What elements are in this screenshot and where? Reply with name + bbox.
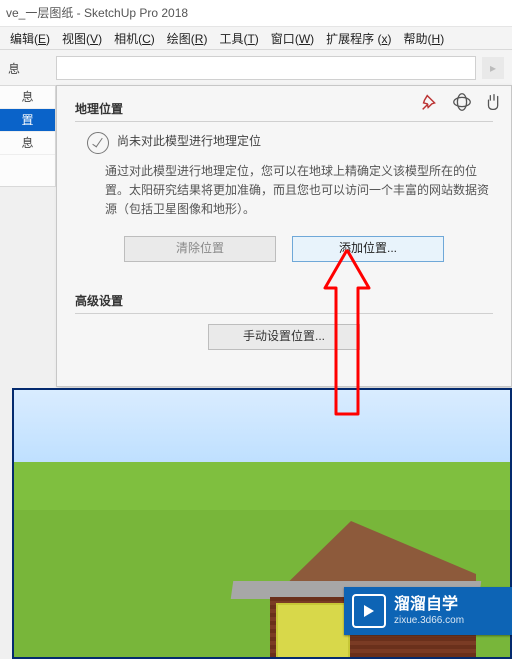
menu-extensions[interactable]: 扩展程序 (x) [320, 28, 397, 49]
search-go-button[interactable]: ▸ [482, 57, 504, 79]
left-tab-0[interactable]: 息 [0, 86, 55, 109]
play-icon [352, 594, 386, 628]
menu-view[interactable]: 视图(V) [56, 28, 108, 49]
view-tools [418, 90, 506, 114]
menu-window[interactable]: 窗口(W) [265, 28, 320, 49]
menu-edit[interactable]: 编辑(E) [4, 28, 56, 49]
add-location-button[interactable]: 添加位置... [292, 236, 444, 262]
left-tab-1[interactable]: 置 [0, 109, 55, 132]
orbit-icon[interactable] [450, 90, 474, 114]
info-strip: 息 ▸ [0, 50, 512, 87]
menu-help[interactable]: 帮助(H) [398, 28, 451, 49]
manual-location-button[interactable]: 手动设置位置... [208, 324, 360, 350]
menu-tools[interactable]: 工具(T) [213, 28, 264, 49]
model-info-dialog: 地理位置 尚未对此模型进行地理定位 通过对此模型进行地理定位，您可以在地球上精确… [56, 85, 512, 387]
section-advanced-header: 高级设置 [75, 292, 493, 314]
window-title: ve_一层图纸 - SketchUp Pro 2018 [0, 0, 512, 27]
sky [14, 390, 510, 510]
pan-icon[interactable] [482, 90, 506, 114]
geo-status-text: 尚未对此模型进行地理定位 [117, 132, 261, 149]
watermark-badge: 溜溜自学 zixue.3d66.com [344, 587, 512, 635]
menu-camera[interactable]: 相机(C) [108, 28, 161, 49]
pushpin-icon[interactable] [418, 90, 442, 114]
left-tab-2[interactable]: 息 [0, 132, 55, 155]
menu-bar: 编辑(E) 视图(V) 相机(C) 绘图(R) 工具(T) 窗口(W) 扩展程序… [0, 27, 512, 50]
badge-sub: zixue.3d66.com [394, 615, 464, 627]
geo-pin-icon [87, 132, 109, 154]
geo-description: 通过对此模型进行地理定位，您可以在地球上精确定义该模型所在的位置。太阳研究结果将… [105, 162, 489, 220]
left-tabs: 息 置 息 [0, 85, 56, 187]
info-strip-label: 息 [8, 60, 56, 77]
search-input[interactable] [56, 56, 476, 80]
clear-location-button[interactable]: 清除位置 [124, 236, 276, 262]
menu-draw[interactable]: 绘图(R) [161, 28, 214, 49]
search-icon: ▸ [490, 61, 496, 75]
badge-title: 溜溜自学 [394, 595, 464, 614]
